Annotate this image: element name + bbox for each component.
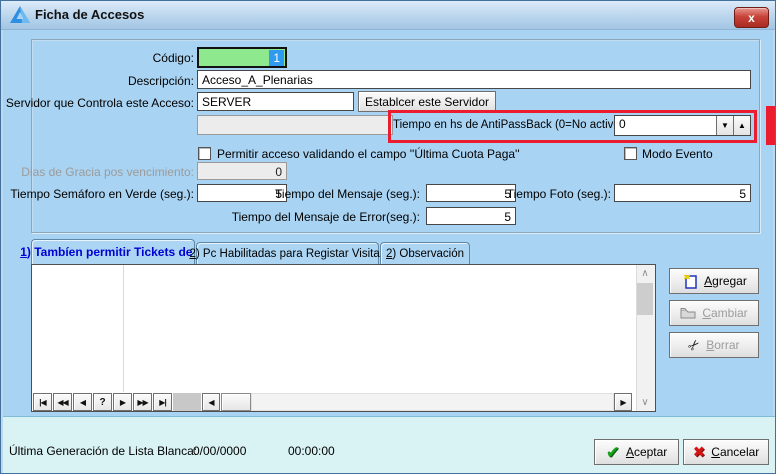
- error-label: Tiempo del Mensaje de Error(seg.):: [231, 210, 420, 224]
- codigo-input[interactable]: 1: [197, 47, 287, 68]
- cross-icon: ✖: [693, 445, 706, 460]
- nav-prev-page-button[interactable]: ◀◀: [53, 393, 72, 411]
- hscroll-right-icon[interactable]: ▶: [614, 393, 632, 411]
- cancelar-label: Cancelar: [711, 445, 759, 459]
- codigo-label: Código:: [4, 51, 194, 65]
- aceptar-button[interactable]: ✔ Aceptar: [594, 439, 679, 465]
- modo-evento-checkbox[interactable]: [624, 147, 637, 160]
- borrar-button[interactable]: ✂ Borrar: [669, 332, 759, 358]
- check-icon: ✔: [606, 444, 620, 461]
- dialog-ficha-de-accesos: Ficha de Accesos x Código: 1 Descripción…: [0, 0, 776, 474]
- title-bar: Ficha de Accesos x: [1, 1, 776, 30]
- mensaje-label: Tiempo del Mensaje (seg.):: [262, 187, 420, 201]
- foto-label: Tiempo Foto (seg.):: [501, 187, 611, 201]
- scroll-down-icon[interactable]: ∨: [636, 394, 654, 410]
- cambiar-button[interactable]: Cambiar: [669, 300, 759, 326]
- nav-next-page-button[interactable]: ▶▶: [133, 393, 152, 411]
- close-button[interactable]: x: [734, 7, 769, 28]
- servidor-input[interactable]: SERVER: [197, 92, 354, 111]
- nav-prev-button[interactable]: ◀: [73, 393, 92, 411]
- app-logo-icon: [10, 6, 30, 24]
- nav-last-button[interactable]: ▶|: [153, 393, 172, 411]
- codigo-selected-value: 1: [269, 50, 284, 66]
- tab-observacion[interactable]: 2) Observación: [380, 242, 470, 264]
- permitir-acceso-checkbox[interactable]: [198, 147, 211, 160]
- aceptar-label: Aceptar: [626, 445, 667, 459]
- dias-gracia-label: Dias de Gracia pos vencimiento:: [4, 165, 194, 179]
- lista-blanca-label: Última Generación de Lista Blanca:: [9, 444, 197, 458]
- window-title: Ficha de Accesos: [35, 7, 144, 22]
- antipassback-combo[interactable]: 0 ▼ ▲: [614, 115, 751, 136]
- annotation-red-stripe: [766, 106, 776, 145]
- lista-blanca-time: 00:00:00: [288, 444, 335, 458]
- list-column-divider: [123, 265, 124, 392]
- disabled-empty-field: [197, 115, 393, 135]
- hscroll-left-icon[interactable]: ◀: [202, 393, 220, 411]
- semaforo-label: Tiempo Semáforo en Verde (seg.):: [4, 187, 194, 201]
- dias-gracia-input: 0: [197, 162, 287, 180]
- nav-first-button[interactable]: |◀: [33, 393, 52, 411]
- antipassback-value: 0: [615, 116, 716, 135]
- horizontal-scroll-thumb[interactable]: [221, 393, 251, 411]
- vertical-scroll-thumb[interactable]: [637, 283, 653, 315]
- folder-icon: [680, 307, 696, 319]
- agregar-button[interactable]: Agregar: [669, 268, 759, 294]
- nav-next-button[interactable]: ▶: [113, 393, 132, 411]
- cambiar-label: Cambiar: [702, 306, 747, 320]
- antipassback-label: Tiempo en hs de AntiPassBack (0=No activ…: [393, 119, 611, 131]
- lista-blanca-date: 0/00/0000: [193, 444, 246, 458]
- borrar-label: Borrar: [706, 338, 739, 352]
- tab-tickets[interactable]: 1) Tambíen permitir Tickets de ...: [31, 239, 195, 264]
- scissors-icon: ✂: [685, 336, 703, 354]
- agregar-label: Agregar: [704, 274, 747, 288]
- antipassback-up-icon[interactable]: ▲: [733, 116, 750, 135]
- tab-pc-habilitadas[interactable]: 2) Pc Habilitadas para Registar Visitas: [196, 242, 379, 264]
- horizontal-scrollbar[interactable]: [251, 393, 614, 411]
- permitir-acceso-label: Permitir acceso validando el campo ''Últ…: [217, 147, 520, 161]
- scroll-up-icon[interactable]: ∧: [636, 265, 654, 281]
- descripcion-label: Descripción:: [4, 74, 194, 88]
- cancelar-button[interactable]: ✖ Cancelar: [683, 439, 769, 465]
- new-document-icon: [681, 273, 698, 289]
- nav-search-button[interactable]: ?: [93, 393, 112, 411]
- close-icon: x: [748, 11, 755, 25]
- scrollbar-filler: [173, 393, 201, 411]
- error-input[interactable]: 5: [426, 207, 516, 225]
- foto-input[interactable]: 5: [614, 184, 751, 202]
- servidor-label: Servidor que Controla este Acceso:: [4, 96, 194, 110]
- antipassback-dropdown-icon[interactable]: ▼: [716, 116, 733, 135]
- descripcion-input[interactable]: Acceso_A_Plenarias: [197, 70, 751, 89]
- tickets-list[interactable]: [31, 264, 656, 412]
- establecer-servidor-button[interactable]: Establcer este Servidor: [358, 91, 496, 112]
- modo-evento-label: Modo Evento: [642, 147, 713, 161]
